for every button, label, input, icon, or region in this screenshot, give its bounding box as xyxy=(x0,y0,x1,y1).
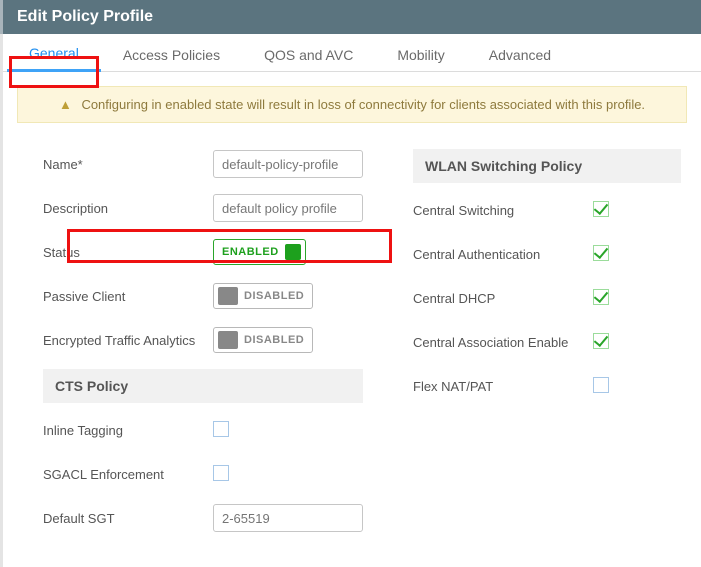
warning-icon: ▲ xyxy=(59,97,72,112)
central-dhcp-checkbox[interactable] xyxy=(593,289,609,305)
dialog-title: Edit Policy Profile xyxy=(0,0,701,34)
tab-general[interactable]: General xyxy=(7,36,101,72)
description-label: Description xyxy=(43,201,213,216)
status-toggle[interactable]: ENABLED xyxy=(213,239,306,265)
sgacl-enforcement-label: SGACL Enforcement xyxy=(43,467,213,482)
status-label: Status xyxy=(43,245,213,260)
name-input[interactable] xyxy=(213,150,363,178)
sgacl-enforcement-checkbox[interactable] xyxy=(213,465,229,481)
toggle-knob-icon xyxy=(218,287,238,305)
warning-banner: ▲ Configuring in enabled state will resu… xyxy=(17,86,687,123)
tab-mobility[interactable]: Mobility xyxy=(375,38,466,71)
passive-client-label: Passive Client xyxy=(43,289,213,304)
encrypted-traffic-label: Encrypted Traffic Analytics xyxy=(43,333,213,348)
toggle-knob-icon xyxy=(285,244,301,260)
central-authentication-checkbox[interactable] xyxy=(593,245,609,261)
central-association-label: Central Association Enable xyxy=(413,335,593,350)
status-toggle-text: ENABLED xyxy=(222,246,279,258)
tab-access-policies[interactable]: Access Policies xyxy=(101,38,242,71)
toggle-knob-icon xyxy=(218,331,238,349)
passive-client-toggle-text: DISABLED xyxy=(244,290,304,302)
passive-client-toggle[interactable]: DISABLED xyxy=(213,283,313,309)
inline-tagging-checkbox[interactable] xyxy=(213,421,229,437)
central-authentication-label: Central Authentication xyxy=(413,247,593,262)
tab-qos-avc[interactable]: QOS and AVC xyxy=(242,38,375,71)
cts-policy-header: CTS Policy xyxy=(43,369,363,403)
default-sgt-input[interactable] xyxy=(213,504,363,532)
central-association-checkbox[interactable] xyxy=(593,333,609,349)
default-sgt-label: Default SGT xyxy=(43,511,213,526)
encrypted-traffic-toggle-text: DISABLED xyxy=(244,334,304,346)
tab-advanced[interactable]: Advanced xyxy=(467,38,573,71)
flex-nat-pat-checkbox[interactable] xyxy=(593,377,609,393)
description-input[interactable] xyxy=(213,194,363,222)
central-dhcp-label: Central DHCP xyxy=(413,291,593,306)
central-switching-checkbox[interactable] xyxy=(593,201,609,217)
warning-text: Configuring in enabled state will result… xyxy=(81,97,645,112)
name-label: Name* xyxy=(43,157,213,172)
tabs: General Access Policies QOS and AVC Mobi… xyxy=(3,34,701,72)
encrypted-traffic-toggle[interactable]: DISABLED xyxy=(213,327,313,353)
inline-tagging-label: Inline Tagging xyxy=(43,423,213,438)
wlan-switching-header: WLAN Switching Policy xyxy=(413,149,681,183)
flex-nat-pat-label: Flex NAT/PAT xyxy=(413,379,593,394)
central-switching-label: Central Switching xyxy=(413,203,593,218)
